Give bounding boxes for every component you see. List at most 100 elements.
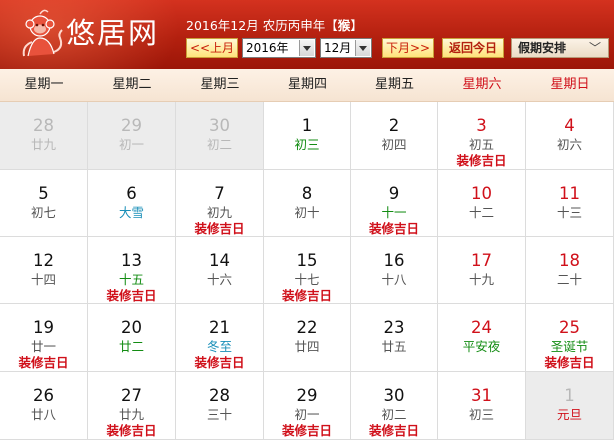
- calendar-day-cell[interactable]: 26 廿八: [0, 372, 88, 440]
- auspicious-day-tag: 装修吉日: [456, 153, 507, 168]
- lunar-date: 初三: [294, 137, 320, 152]
- lunar-date: 廿四: [294, 339, 320, 354]
- calendar-day-cell[interactable]: 18 二十: [526, 237, 614, 304]
- day-number: 31: [471, 386, 492, 405]
- auspicious-day-tag: 装修吉日: [18, 355, 69, 370]
- triangle-down-icon: [299, 40, 314, 56]
- calendar-day-cell[interactable]: 16 十八: [351, 237, 438, 304]
- day-number: 23: [383, 318, 405, 337]
- day-number: 3: [476, 116, 487, 135]
- lunar-date: 二十: [556, 272, 582, 287]
- lunar-date: 初一: [118, 137, 144, 152]
- year-select[interactable]: 2016年: [242, 38, 316, 58]
- calendar-day-cell[interactable]: 14 十六: [176, 237, 264, 304]
- calendar-header: 悠居网 2016年12月 农历丙申年【猴】 <<上月 2016年 12月 下月>…: [0, 0, 614, 69]
- day-number: 18: [559, 251, 580, 270]
- calendar-day-cell[interactable]: 3 初五 装修吉日: [438, 102, 526, 170]
- weekday-label: 星期一: [24, 77, 64, 92]
- day-number: 25: [559, 318, 580, 337]
- month-select-value: 12月: [324, 41, 352, 55]
- day-number: 28: [209, 386, 230, 405]
- calendar-day-cell[interactable]: 29 初一 装修吉日: [264, 372, 351, 440]
- lunar-date: 十四: [30, 272, 56, 287]
- lunar-date: 十五: [118, 272, 144, 287]
- calendar-day-cell[interactable]: 27 廿九 装修吉日: [88, 372, 176, 440]
- day-number: 16: [383, 251, 405, 270]
- lunar-date: 十九: [468, 272, 494, 287]
- date-line-suffix: 】: [350, 18, 363, 33]
- calendar-day-cell[interactable]: 29 初一: [88, 102, 176, 170]
- day-number: 30: [209, 116, 230, 135]
- lunar-date: 冬至: [206, 339, 232, 354]
- lunar-date: 初四: [381, 137, 407, 152]
- calendar-day-cell[interactable]: 30 初二 装修吉日: [351, 372, 438, 440]
- date-line-prefix: 2016年12月 农历丙申年【: [186, 18, 338, 33]
- calendar-day-cell[interactable]: 12 十四: [0, 237, 88, 304]
- lunar-date: 初九: [206, 205, 232, 220]
- lunar-date: 平安夜: [462, 339, 501, 354]
- month-select[interactable]: 12月: [320, 38, 372, 58]
- lunar-date: 初五: [468, 137, 494, 152]
- day-number: 10: [471, 184, 492, 203]
- calendar-day-cell[interactable]: 15 十七 装修吉日: [264, 237, 351, 304]
- lunar-date: 初二: [206, 137, 232, 152]
- auspicious-day-tag: 装修吉日: [106, 423, 157, 438]
- calendar-day-cell[interactable]: 21 冬至 装修吉日: [176, 304, 264, 372]
- calendar-day-cell[interactable]: 25 圣诞节 装修吉日: [526, 304, 614, 372]
- calendar-day-cell[interactable]: 24 平安夜: [438, 304, 526, 372]
- auspicious-day-tag: 装修吉日: [544, 355, 595, 370]
- calendar-grid: 28 廿九 29 初一 30 初二 1 初三 2 初四 3 初五 装修吉日 4 初六 5 初七 6 大雪 7 初九 装修吉…: [0, 102, 614, 440]
- day-number: 1: [301, 116, 313, 135]
- calendar-day-cell[interactable]: 11 十三: [526, 170, 614, 237]
- lunar-date: 初三: [468, 407, 494, 422]
- calendar-day-cell[interactable]: 2 初四: [351, 102, 438, 170]
- day-number: 9: [388, 184, 400, 203]
- day-number: 26: [33, 386, 54, 405]
- calendar-day-cell[interactable]: 19 廿一 装修吉日: [0, 304, 88, 372]
- lunar-date: 元旦: [556, 407, 582, 422]
- site-logo-text: 悠居网: [66, 16, 160, 50]
- next-month-button[interactable]: 下月>>: [382, 38, 434, 58]
- calendar-day-cell[interactable]: 4 初六: [526, 102, 614, 170]
- calendar-day-cell[interactable]: 20 廿二: [88, 304, 176, 372]
- holiday-schedule-dropdown[interactable]: 假期安排 ﹀: [511, 38, 609, 58]
- calendar-day-cell[interactable]: 7 初九 装修吉日: [176, 170, 264, 237]
- lunar-date: 十一: [381, 205, 407, 220]
- lunar-date: 十八: [381, 272, 407, 287]
- calendar-day-cell[interactable]: 5 初七: [0, 170, 88, 237]
- lunar-date: 廿二: [118, 339, 144, 354]
- day-number: 22: [296, 318, 318, 337]
- calendar-day-cell[interactable]: 17 十九: [438, 237, 526, 304]
- auspicious-day-tag: 装修吉日: [368, 423, 419, 438]
- calendar-day-cell[interactable]: 10 十二: [438, 170, 526, 237]
- day-number: 13: [121, 251, 142, 270]
- day-number: 6: [126, 184, 137, 203]
- calendar-day-cell[interactable]: 30 初二: [176, 102, 264, 170]
- calendar-day-cell[interactable]: 23 廿五: [351, 304, 438, 372]
- weekday-label: 星期三: [200, 77, 240, 92]
- lunar-date: 十六: [206, 272, 232, 287]
- calendar-day-cell[interactable]: 6 大雪: [88, 170, 176, 237]
- calendar-day-cell[interactable]: 1 初三: [264, 102, 351, 170]
- day-number: 29: [296, 386, 318, 405]
- calendar-day-cell[interactable]: 13 十五 装修吉日: [88, 237, 176, 304]
- day-number: 5: [38, 184, 49, 203]
- day-number: 28: [33, 116, 54, 135]
- lunar-date: 初一: [294, 407, 320, 422]
- calendar-day-cell[interactable]: 8 初十: [264, 170, 351, 237]
- weekday-label: 星期二: [112, 77, 152, 92]
- calendar-day-cell[interactable]: 22 廿四: [264, 304, 351, 372]
- lunar-date: 十三: [556, 205, 582, 220]
- calendar-day-cell[interactable]: 1 元旦: [526, 372, 614, 440]
- back-to-today-button[interactable]: 返回今日: [442, 38, 504, 58]
- monkey-zodiac-icon: [22, 9, 63, 57]
- prev-month-button[interactable]: <<上月: [186, 38, 238, 58]
- day-number: 4: [564, 116, 575, 135]
- day-number: 24: [471, 318, 492, 337]
- calendar-day-cell[interactable]: 28 廿九: [0, 102, 88, 170]
- lunar-date: 廿一: [30, 339, 56, 354]
- calendar-day-cell[interactable]: 31 初三: [438, 372, 526, 440]
- day-number: 1: [564, 386, 575, 405]
- calendar-day-cell[interactable]: 28 三十: [176, 372, 264, 440]
- calendar-day-cell[interactable]: 9 十一 装修吉日: [351, 170, 438, 237]
